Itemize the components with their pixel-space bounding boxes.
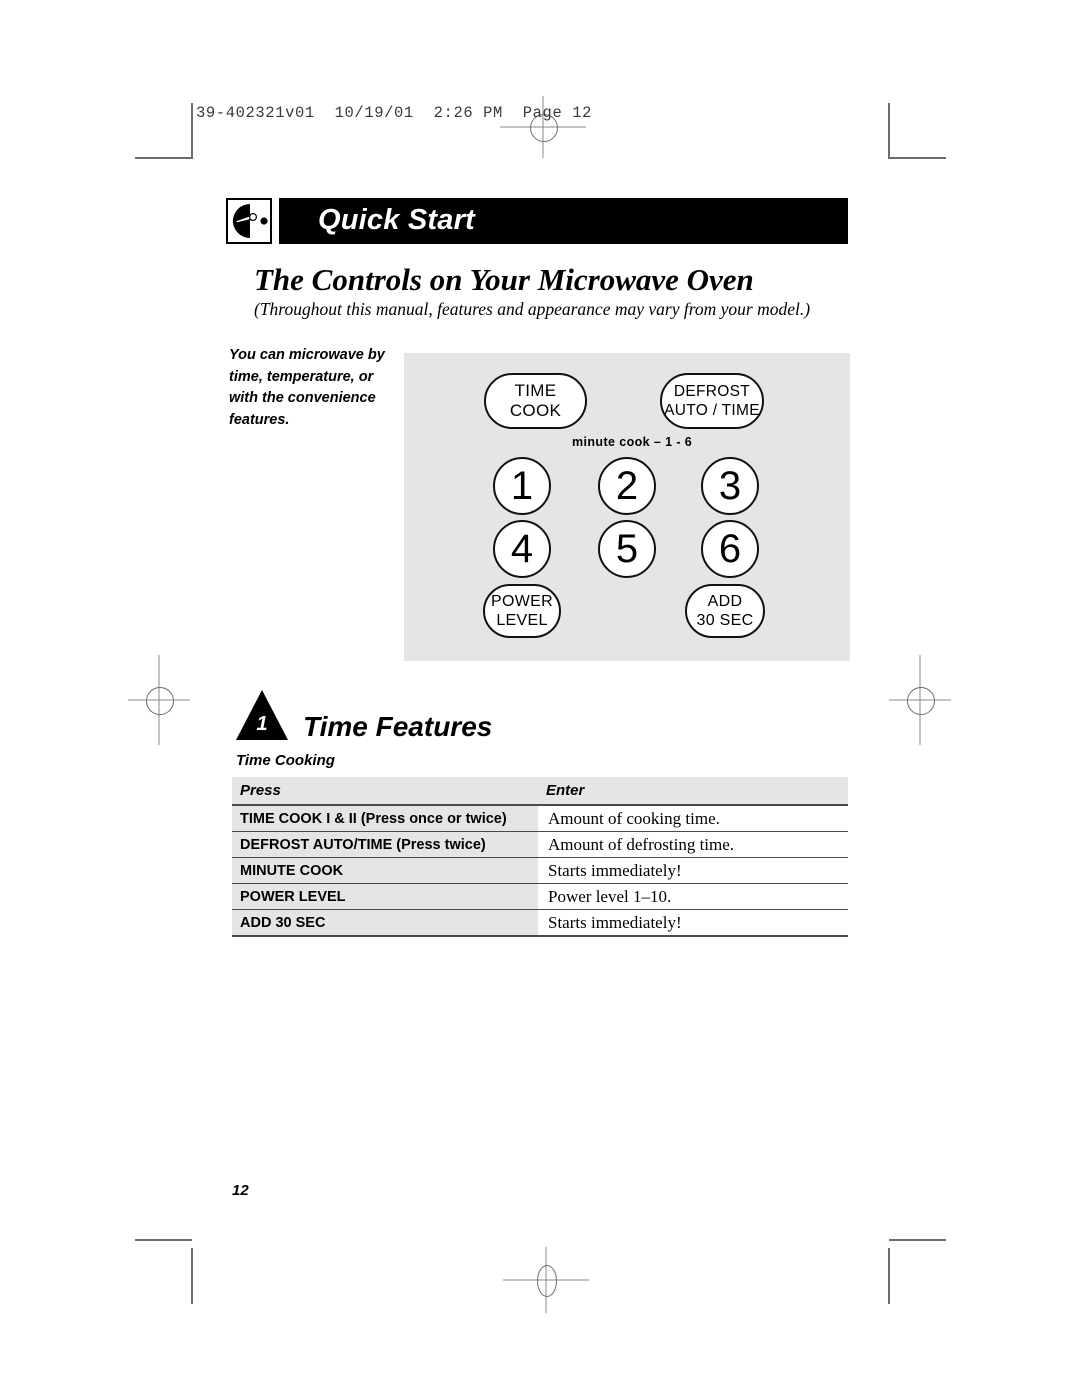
defrost-auto-time-button[interactable]: DEFROST AUTO / TIME	[660, 373, 764, 429]
table-cell-enter: Amount of cooking time.	[538, 805, 848, 832]
table-cell-press: ADD 30 SEC	[232, 909, 538, 937]
table-row: POWER LEVEL Power level 1–10.	[232, 883, 848, 910]
control-panel-illustration: TIME COOK DEFROST AUTO / TIME minute coo…	[404, 353, 850, 661]
table-row: DEFROST AUTO/TIME (Press twice) Amount o…	[232, 831, 848, 858]
keypad-button-6[interactable]: 6	[701, 520, 759, 578]
column-header-enter: Enter	[538, 777, 848, 806]
add-30-sec-button[interactable]: ADD 30 SEC	[685, 584, 765, 638]
page-number: 12	[232, 1182, 249, 1199]
keypad-3-label: 3	[718, 464, 742, 508]
manual-page: Quick Start The Controls on Your Microwa…	[0, 0, 1080, 1397]
section-number-triangle-icon: 1	[236, 690, 288, 740]
defrost-label-line1: DEFROST	[673, 383, 751, 400]
table-cell-press: DEFROST AUTO/TIME (Press twice)	[232, 831, 538, 858]
headline: The Controls on Your Microwave Oven	[254, 262, 754, 297]
hand-dial-icon	[226, 198, 272, 244]
keypad-2-label: 2	[615, 464, 639, 508]
keypad-1-label: 1	[510, 464, 534, 508]
power-level-label-line1: POWER	[491, 593, 553, 610]
keypad-6-label: 6	[718, 527, 742, 571]
table-cell-enter: Starts immediately!	[538, 857, 848, 884]
defrost-label-line2: AUTO / TIME	[664, 402, 760, 419]
section-title: Time Features	[303, 711, 493, 742]
keypad-button-3[interactable]: 3	[701, 457, 759, 515]
section-title-bar: Quick Start	[226, 198, 848, 244]
time-cook-button[interactable]: TIME COOK	[484, 373, 587, 429]
table-cell-press: POWER LEVEL	[232, 883, 538, 910]
keypad-button-1[interactable]: 1	[493, 457, 551, 515]
table-cell-enter: Power level 1–10.	[538, 883, 848, 910]
time-cooking-table: Press Enter TIME COOK I & II (Press once…	[232, 777, 848, 937]
add-30-sec-label-line1: ADD	[707, 593, 743, 610]
sidenote-text: You can microwave by time, temperature, …	[229, 347, 385, 428]
time-cook-label-line2: COOK	[509, 401, 562, 420]
keypad-button-5[interactable]: 5	[598, 520, 656, 578]
column-header-press: Press	[232, 777, 538, 806]
table-header-row: Press Enter	[232, 777, 848, 806]
table-row: ADD 30 SEC Starts immediately!	[232, 909, 848, 937]
power-level-label-line2: LEVEL	[496, 612, 548, 629]
section-heading: 1 Time Features	[236, 690, 856, 742]
table-cell-press: MINUTE COOK	[232, 857, 538, 884]
table-cell-enter: Amount of defrosting time.	[538, 831, 848, 858]
minute-cook-range-label: minute cook – 1 - 6	[572, 435, 693, 449]
section-number: 1	[256, 713, 268, 735]
add-30-sec-label-line2: 30 SEC	[696, 612, 754, 629]
table-row: TIME COOK I & II (Press once or twice) A…	[232, 805, 848, 832]
keypad-4-label: 4	[510, 527, 534, 571]
subsection-title: Time Cooking	[236, 752, 335, 769]
table-row: MINUTE COOK Starts immediately!	[232, 857, 848, 884]
subheadline: (Throughout this manual, features and ap…	[254, 299, 811, 319]
keypad-button-2[interactable]: 2	[598, 457, 656, 515]
table-cell-press: TIME COOK I & II (Press once or twice)	[232, 805, 538, 832]
time-cook-label-line1: TIME	[514, 381, 557, 400]
table-cell-enter: Starts immediately!	[538, 909, 848, 937]
power-level-button[interactable]: POWER LEVEL	[483, 584, 561, 638]
keypad-button-4[interactable]: 4	[493, 520, 551, 578]
keypad-5-label: 5	[615, 527, 639, 571]
page-title: Quick Start	[318, 203, 475, 236]
